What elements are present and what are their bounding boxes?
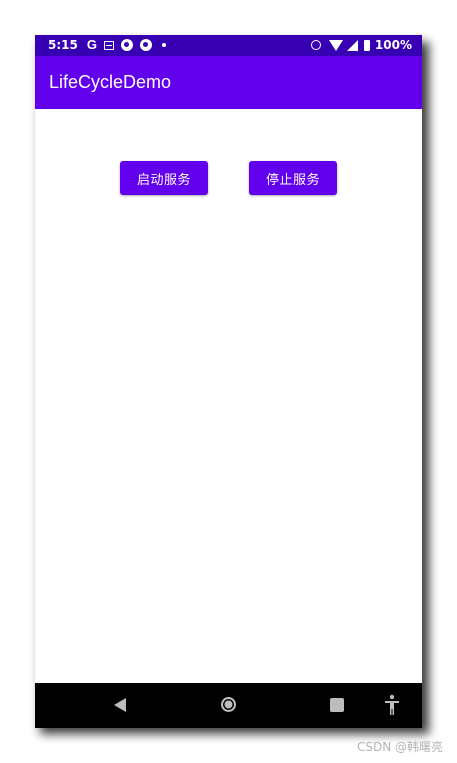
alarm-icon (310, 40, 321, 50)
status-bar-left: 5:15 G (48, 38, 173, 52)
back-icon[interactable] (114, 698, 126, 712)
news-icon (103, 40, 114, 50)
status-bar: 5:15 G 100% (35, 35, 422, 56)
google-icon: G (86, 37, 97, 52)
wifi-icon (328, 39, 343, 51)
signal-icon (346, 39, 358, 51)
notification-dot-icon (161, 43, 166, 47)
watermark: CSDN @韩曙亮 (356, 740, 443, 754)
vpn-shield-icon (120, 39, 133, 51)
battery-percent: 100% (374, 38, 412, 52)
app-title: LifeCycleDemo (49, 72, 172, 92)
recents-icon[interactable] (330, 698, 344, 712)
navigation-bar (35, 683, 422, 728)
stop-service-button[interactable]: 停止服务 (249, 161, 337, 195)
home-icon[interactable] (221, 697, 236, 712)
status-bar-right: 100% (310, 38, 412, 52)
battery-icon (363, 39, 370, 51)
status-time: 5:15 (48, 38, 78, 52)
app-bar: LifeCycleDemo (35, 56, 422, 109)
accessibility-icon[interactable] (384, 694, 400, 716)
phone-screen: 5:15 G 100% LifeCycleDemo 启动服务 停止服务 (35, 35, 422, 728)
start-service-button[interactable]: 启动服务 (120, 161, 208, 195)
vpn-shield-icon (139, 39, 152, 51)
